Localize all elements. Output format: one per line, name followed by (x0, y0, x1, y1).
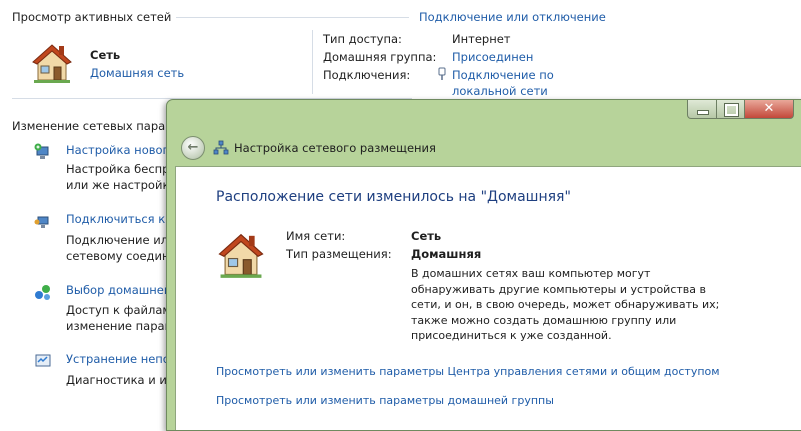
connect-disconnect-link[interactable]: Подключение или отключение (419, 10, 606, 24)
new-connection-icon (34, 143, 49, 159)
homegroup-icon (35, 285, 50, 300)
task-desc: Настройка беспро (66, 162, 177, 176)
location-type-value: Домашняя (411, 247, 482, 261)
home-network-icon (32, 44, 72, 83)
maximize-icon (724, 103, 739, 117)
network-name-label: Имя сети: (286, 229, 346, 243)
network-name-value: Сеть (411, 229, 442, 243)
description-line: также можно создать домашнюю группу или (411, 313, 677, 327)
troubleshoot-icon (35, 354, 51, 367)
task-desc: Доступ к файлам и (66, 303, 183, 317)
minimize-icon (697, 110, 709, 115)
maximize-button[interactable] (716, 100, 745, 119)
network-location-dialog: ✕ ← Настройка сетевого размещения Распол… (166, 99, 801, 431)
task-desc: сетевому соедине (66, 249, 177, 263)
ethernet-icon (438, 67, 446, 80)
access-type-value: Интернет (452, 32, 511, 46)
network-name: Сеть (90, 48, 121, 62)
close-icon: ✕ (763, 101, 775, 116)
divider (176, 17, 409, 18)
task-homegroup[interactable]: Выбор домашней (66, 283, 171, 297)
connection-link-line1[interactable]: Подключение по (452, 68, 554, 82)
home-network-icon (218, 233, 264, 278)
location-type-label: Тип размещения: (286, 247, 392, 261)
homegroup-settings-link[interactable]: Просмотреть или изменить параметры домаш… (216, 394, 554, 407)
connect-network-icon (34, 216, 49, 228)
network-type-link[interactable]: Домашняя сеть (90, 66, 184, 80)
dialog-heading: Расположение сети изменилось на "Домашня… (216, 189, 571, 205)
dialog-title: Настройка сетевого размещения (234, 141, 436, 155)
access-type-label: Тип доступа: (323, 32, 402, 46)
close-button[interactable]: ✕ (744, 100, 794, 119)
description-line: сети, и он, в свою очередь, может обнару… (411, 298, 720, 311)
task-desc: Подключение или (66, 233, 176, 247)
location-description: В домашних сетях ваш компьютер могут обн… (411, 266, 719, 344)
connections-label: Подключения: (323, 68, 411, 82)
active-networks-title: Просмотр активных сетей (12, 10, 172, 24)
description-line: присоединиться к уже созданной. (411, 329, 612, 342)
task-desc: или же настройка (66, 178, 177, 192)
network-center-settings-link[interactable]: Просмотреть или изменить параметры Центр… (216, 365, 720, 378)
homegroup-label: Домашняя группа: (323, 50, 437, 64)
back-arrow-icon: ← (187, 140, 199, 155)
task-connect-network[interactable]: Подключиться к с (66, 212, 175, 226)
minimize-button[interactable] (687, 100, 717, 119)
dialog-content: Расположение сети изменилось на "Домашня… (175, 166, 801, 430)
back-button[interactable]: ← (181, 136, 205, 160)
task-desc: изменение параме (66, 319, 181, 333)
connection-link-line2[interactable]: локальной сети (452, 84, 548, 98)
task-new-connection[interactable]: Настройка нового (66, 143, 176, 157)
description-line: В домашних сетях ваш компьютер могут (411, 267, 651, 280)
task-troubleshoot[interactable]: Устранение непол (66, 352, 177, 366)
network-location-icon (213, 140, 229, 155)
description-line: обнаруживать другие компьютеры и устройс… (411, 282, 706, 296)
homegroup-link[interactable]: Присоединен (452, 50, 533, 64)
divider (312, 30, 313, 94)
